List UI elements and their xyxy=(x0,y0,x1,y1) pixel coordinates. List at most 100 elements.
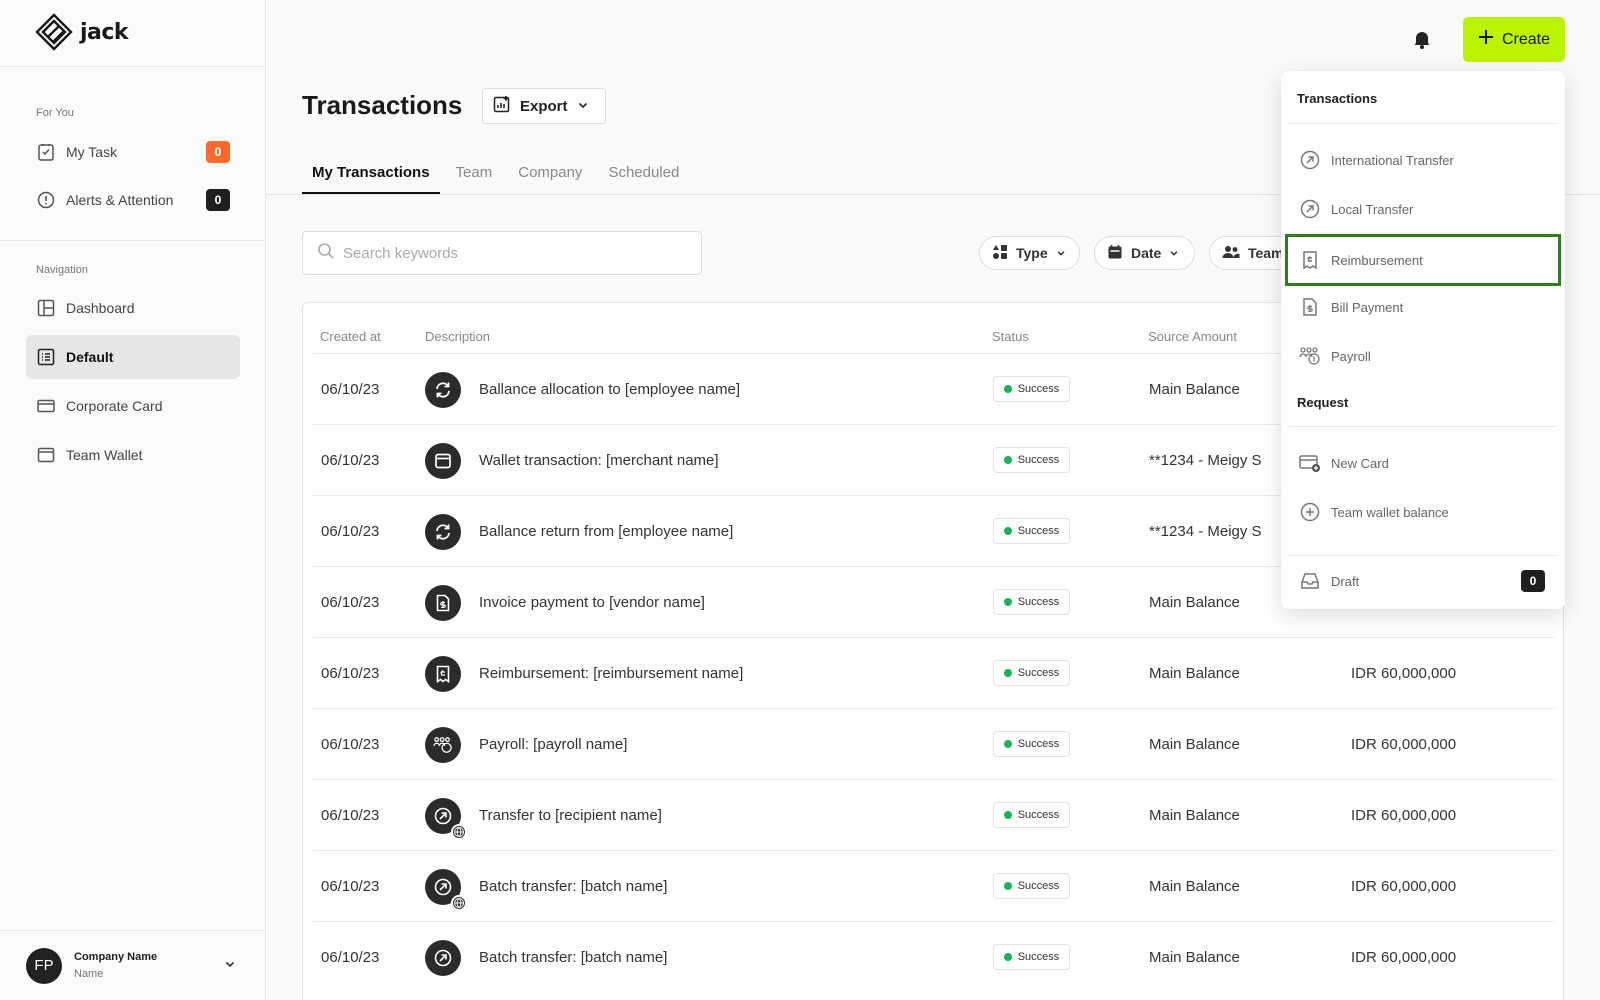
table-row[interactable]: 06/10/23 Transfer to [recipient name] Succ… xyxy=(313,779,1555,850)
transfer-icon xyxy=(425,940,461,976)
row-source: **1234 - Meigy S xyxy=(1149,523,1262,540)
sidebar-item-dashboard[interactable]: Dashboard xyxy=(26,286,240,330)
row-date: 06/10/23 xyxy=(321,878,380,895)
company-info: Company Name Name xyxy=(74,951,157,980)
status-label: Success xyxy=(1017,525,1060,537)
sidebar-item-label: Alerts & Attention xyxy=(66,192,174,208)
row-amount: IDR 60,000,000 xyxy=(1351,665,1457,682)
card-icon xyxy=(36,396,56,416)
people-icon xyxy=(1222,244,1240,263)
navigation-label: Navigation xyxy=(36,264,88,276)
chevron-down-icon xyxy=(1169,245,1179,261)
alert-icon xyxy=(36,190,56,210)
table-row[interactable]: 06/10/23 Batch transfer: [batch name] Succ… xyxy=(313,850,1555,921)
row-description: Batch transfer: [batch name] xyxy=(479,949,668,966)
table-row[interactable]: 06/10/23 Batch transfer: [batch name] Succ… xyxy=(313,921,1555,992)
arrow-circle-icon xyxy=(1299,198,1321,220)
status-label: Success xyxy=(1017,596,1060,608)
menu-item-payroll[interactable]: Payroll xyxy=(1285,332,1561,380)
row-amount: IDR 60,000,000 xyxy=(1351,736,1457,753)
refresh-icon xyxy=(425,514,461,550)
status-dot xyxy=(1003,456,1012,464)
column-header-description[interactable]: Description xyxy=(425,329,490,344)
status-dot xyxy=(1003,527,1012,535)
bell-icon[interactable] xyxy=(1411,28,1433,55)
menu-item-new-card[interactable]: New Card xyxy=(1285,439,1561,487)
type-filter-label: Type xyxy=(1016,245,1048,261)
for-you-label: For You xyxy=(36,107,74,119)
create-dropdown-menu: Transactions International Transfer Loca… xyxy=(1281,71,1565,609)
create-button[interactable]: Create xyxy=(1463,17,1565,62)
menu-item-bill-payment[interactable]: Bill Payment xyxy=(1285,283,1561,331)
sidebar-item-alerts[interactable]: Alerts & Attention 0 xyxy=(26,178,240,222)
column-header-status[interactable]: Status xyxy=(992,329,1029,344)
status-label: Success xyxy=(1017,809,1060,821)
column-header-source-amount[interactable]: Source Amount xyxy=(1148,329,1237,344)
row-source: **1234 - Meigy S xyxy=(1149,452,1262,469)
menu-section-transactions: Transactions xyxy=(1297,91,1378,106)
sidebar-item-my-task[interactable]: My Task 0 xyxy=(26,130,240,174)
status-dot xyxy=(1003,953,1012,961)
menu-item-local-transfer[interactable]: Local Transfer xyxy=(1285,185,1561,233)
list-icon xyxy=(36,347,56,367)
row-description: Batch transfer: [batch name] xyxy=(479,878,668,895)
row-amount: IDR 60,000,000 xyxy=(1351,949,1457,966)
menu-item-draft[interactable]: Draft 0 xyxy=(1285,557,1561,605)
row-description: Ballance allocation to [employee name] xyxy=(479,381,740,398)
status-badge: Success xyxy=(993,873,1070,899)
export-button[interactable]: Export xyxy=(482,88,606,124)
search-box xyxy=(302,231,702,275)
sidebar-item-label: Team Wallet xyxy=(66,447,143,463)
table-row[interactable]: 06/10/23 Reimbursement: [reimbursement na… xyxy=(313,637,1555,708)
page-title: Transactions xyxy=(302,90,463,120)
row-date: 06/10/23 xyxy=(321,381,380,398)
menu-item-international-transfer[interactable]: International Transfer xyxy=(1285,136,1561,184)
tab-company[interactable]: Company xyxy=(508,158,592,194)
sidebar-item-corporate-card[interactable]: Corporate Card xyxy=(26,384,240,428)
row-date: 06/10/23 xyxy=(321,949,380,966)
status-badge: Success xyxy=(993,518,1070,544)
menu-item-team-wallet-balance[interactable]: Team wallet balance xyxy=(1285,488,1561,536)
sidebar-item-label: Dashboard xyxy=(66,300,135,316)
company-switcher[interactable]: FP Company Name Name xyxy=(0,930,266,1000)
wallet-icon xyxy=(425,443,461,479)
status-label: Success xyxy=(1017,383,1060,395)
row-date: 06/10/23 xyxy=(321,665,380,682)
wallet-icon xyxy=(36,445,56,465)
menu-item-label: Bill Payment xyxy=(1331,299,1404,315)
row-source: Main Balance xyxy=(1149,736,1240,753)
search-input[interactable] xyxy=(343,244,683,262)
row-description: Ballance return from [employee name] xyxy=(479,523,734,540)
row-source: Main Balance xyxy=(1149,807,1240,824)
date-filter-label: Date xyxy=(1131,245,1162,261)
row-date: 06/10/23 xyxy=(321,736,380,753)
sidebar-item-team-wallet[interactable]: Team Wallet xyxy=(26,433,240,477)
menu-item-label: Draft xyxy=(1331,573,1360,589)
menu-divider xyxy=(1289,426,1557,427)
app-logo[interactable]: jack xyxy=(34,12,129,52)
tab-scheduled[interactable]: Scheduled xyxy=(598,158,689,194)
column-header-created-at[interactable]: Created at xyxy=(320,329,381,344)
type-filter[interactable]: Type xyxy=(979,236,1080,270)
row-amount: IDR 60,000,000 xyxy=(1351,807,1457,824)
draft-count-badge: 0 xyxy=(1521,570,1545,592)
chevron-down-icon xyxy=(1056,245,1066,261)
table-row[interactable]: 06/10/23 Payroll: [payroll name] Success Ma… xyxy=(313,708,1555,779)
status-label: Success xyxy=(1017,951,1060,963)
export-button-label: Export xyxy=(520,97,568,115)
arrow-circle-icon xyxy=(1299,149,1321,171)
create-button-label: Create xyxy=(1501,30,1551,48)
sidebar-item-default[interactable]: Default xyxy=(26,335,240,379)
tab-team[interactable]: Team xyxy=(446,158,503,194)
menu-item-label: Team wallet balance xyxy=(1331,504,1449,520)
menu-item-label: Reimbursement xyxy=(1331,252,1423,268)
menu-item-reimbursement[interactable]: Reimbursement xyxy=(1285,234,1561,286)
dashboard-icon xyxy=(36,298,56,318)
menu-divider xyxy=(1289,123,1557,124)
payroll-icon xyxy=(1299,345,1321,367)
menu-item-label: International Transfer xyxy=(1331,152,1454,168)
tab-my-transactions[interactable]: My Transactions xyxy=(302,158,440,194)
date-filter[interactable]: Date xyxy=(1094,236,1195,270)
jack-logo-icon xyxy=(35,13,73,51)
row-date: 06/10/23 xyxy=(321,452,380,469)
